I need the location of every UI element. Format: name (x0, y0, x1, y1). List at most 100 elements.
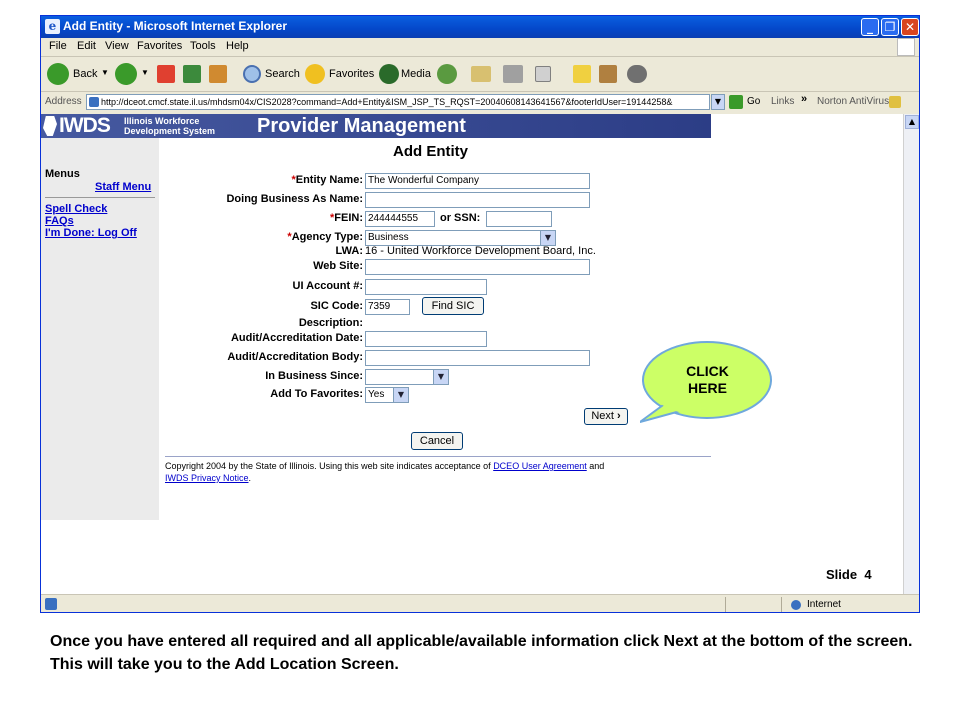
links-label[interactable]: Links (771, 96, 794, 107)
ui-account-input[interactable] (365, 279, 487, 295)
messenger-icon[interactable] (627, 65, 647, 83)
forward-icon[interactable] (115, 63, 137, 85)
vertical-scrollbar[interactable]: ▲ (903, 114, 919, 594)
media-icon[interactable] (379, 64, 399, 84)
org-line-2: Development System (124, 126, 216, 136)
back-dropdown-icon[interactable]: ▼ (101, 68, 109, 77)
favorites-label[interactable]: Favorites (329, 68, 374, 80)
title-bar[interactable]: e Add Entity - Microsoft Internet Explor… (41, 16, 919, 38)
log-off-link[interactable]: I'm Done: Log Off (45, 227, 137, 239)
slide-label-text: Slide (826, 567, 858, 582)
print-icon[interactable] (503, 65, 523, 83)
faqs-link[interactable]: FAQs (45, 215, 74, 227)
status-bar: Internet (41, 594, 919, 612)
menu-view[interactable]: View (105, 40, 129, 52)
menu-tools[interactable]: Tools (190, 40, 216, 52)
audit-body-input[interactable] (365, 350, 590, 366)
in-business-since-select[interactable]: ▼ (365, 369, 449, 385)
footer-and: and (586, 461, 605, 471)
in-business-since-label: In Business Since: (265, 370, 363, 382)
address-label: Address (45, 96, 82, 107)
zone-label: Internet (807, 599, 841, 610)
forward-dropdown-icon[interactable]: ▼ (141, 68, 149, 77)
form-heading: Add Entity (393, 143, 468, 160)
callout-line-2: HERE (688, 380, 727, 396)
page-status-icon (45, 598, 57, 610)
find-sic-button[interactable]: Find SIC (422, 297, 484, 315)
stop-icon[interactable] (157, 65, 175, 83)
links-chevron-icon[interactable]: » (801, 93, 807, 105)
favorites-star-icon[interactable] (305, 64, 325, 84)
callout-text: CLICK HERE (655, 363, 760, 397)
add-to-favorites-select[interactable]: Yes ▼ (365, 387, 409, 403)
dceo-agreement-link[interactable]: DCEO User Agreement (493, 461, 587, 471)
audit-date-input[interactable] (365, 331, 487, 347)
lwa-value: 16 - United Workforce Development Board,… (365, 245, 596, 257)
agency-type-select[interactable]: Business ▼ (365, 230, 556, 246)
discuss-icon[interactable] (573, 65, 591, 83)
address-dropdown-icon[interactable]: ▼ (711, 94, 725, 110)
lwa-label: LWA: (335, 245, 364, 257)
go-button[interactable]: Go (747, 96, 760, 107)
chevron-down-icon[interactable]: ▼ (393, 388, 408, 402)
sidebar: Menus Staff Menu Spell Check FAQs I'm Do… (41, 138, 159, 520)
privacy-notice-link[interactable]: IWDS Privacy Notice (165, 473, 249, 483)
entity-name-input[interactable]: The Wonderful Company (365, 173, 590, 189)
sidebar-divider (45, 197, 155, 198)
address-url: http://dceot.cmcf.state.il.us/mhdsm04x/C… (101, 97, 673, 107)
edit-icon[interactable] (535, 66, 551, 82)
chevron-down-icon[interactable]: ▼ (433, 370, 448, 384)
menu-help[interactable]: Help (226, 40, 249, 52)
sic-code-input[interactable]: 7359 (365, 299, 410, 315)
research-icon[interactable] (599, 65, 617, 83)
toolbar: Back ▼ ▼ Search Favorites Media (41, 57, 919, 92)
web-site-input[interactable] (365, 259, 590, 275)
history-icon[interactable] (437, 64, 457, 84)
browser-window: e Add Entity - Microsoft Internet Explor… (40, 15, 920, 613)
media-label[interactable]: Media (401, 68, 431, 80)
scroll-up-icon[interactable]: ▲ (905, 115, 919, 129)
instruction-caption: Once you have entered all required and a… (50, 633, 913, 673)
entity-name-label: *Entity Name: (291, 174, 363, 186)
mail-icon[interactable] (471, 66, 491, 82)
minimize-button[interactable]: _ (861, 18, 879, 36)
window-title: Add Entity - Microsoft Internet Explorer (63, 19, 288, 33)
chevron-down-icon[interactable]: ▼ (540, 231, 555, 245)
menu-edit[interactable]: Edit (77, 40, 96, 52)
ie-logo-icon: e (45, 19, 60, 34)
fein-label: *FEIN: (329, 212, 363, 224)
menus-heading: Menus (45, 168, 80, 180)
audit-date-label: Audit/Accreditation Date: (230, 332, 363, 344)
back-label[interactable]: Back (73, 68, 97, 80)
maximize-button[interactable]: ❐ (881, 18, 899, 36)
menu-favorites[interactable]: Favorites (137, 40, 182, 52)
fein-input[interactable]: 244444555 (365, 211, 435, 227)
home-icon[interactable] (209, 65, 227, 83)
go-arrow-icon[interactable] (729, 95, 743, 109)
form-area: Add Entity *Entity Name: Doing Business … (159, 138, 711, 520)
address-input[interactable]: http://dceot.cmcf.state.il.us/mhdsm04x/C… (86, 94, 710, 110)
close-button[interactable]: ✕ (901, 18, 919, 36)
org-line-1: Illinois Workforce (124, 116, 200, 126)
cancel-button[interactable]: Cancel (411, 432, 463, 450)
spell-check-link[interactable]: Spell Check (45, 203, 107, 215)
next-button[interactable]: Next › (584, 408, 628, 425)
staff-menu-link[interactable]: Staff Menu (95, 181, 151, 193)
menu-file[interactable]: File (49, 40, 67, 52)
search-icon[interactable] (243, 65, 261, 83)
dba-label: Doing Business As Name: (226, 193, 363, 205)
sic-code-label: SIC Code: (310, 300, 363, 312)
dba-input[interactable] (365, 192, 590, 208)
refresh-icon[interactable] (183, 65, 201, 83)
search-label[interactable]: Search (265, 68, 300, 80)
norton-icon[interactable] (889, 96, 901, 108)
status-divider (725, 597, 726, 612)
ssn-input[interactable] (486, 211, 552, 227)
footer-divider (165, 456, 711, 457)
callout-line-1: CLICK (686, 363, 729, 379)
page-icon (89, 97, 99, 107)
back-icon[interactable] (47, 63, 69, 85)
norton-label[interactable]: Norton AntiVirus (817, 96, 889, 107)
footer-text: Copyright 2004 by the State of Illinois.… (165, 460, 711, 484)
slide-number-value: 4 (864, 567, 872, 582)
